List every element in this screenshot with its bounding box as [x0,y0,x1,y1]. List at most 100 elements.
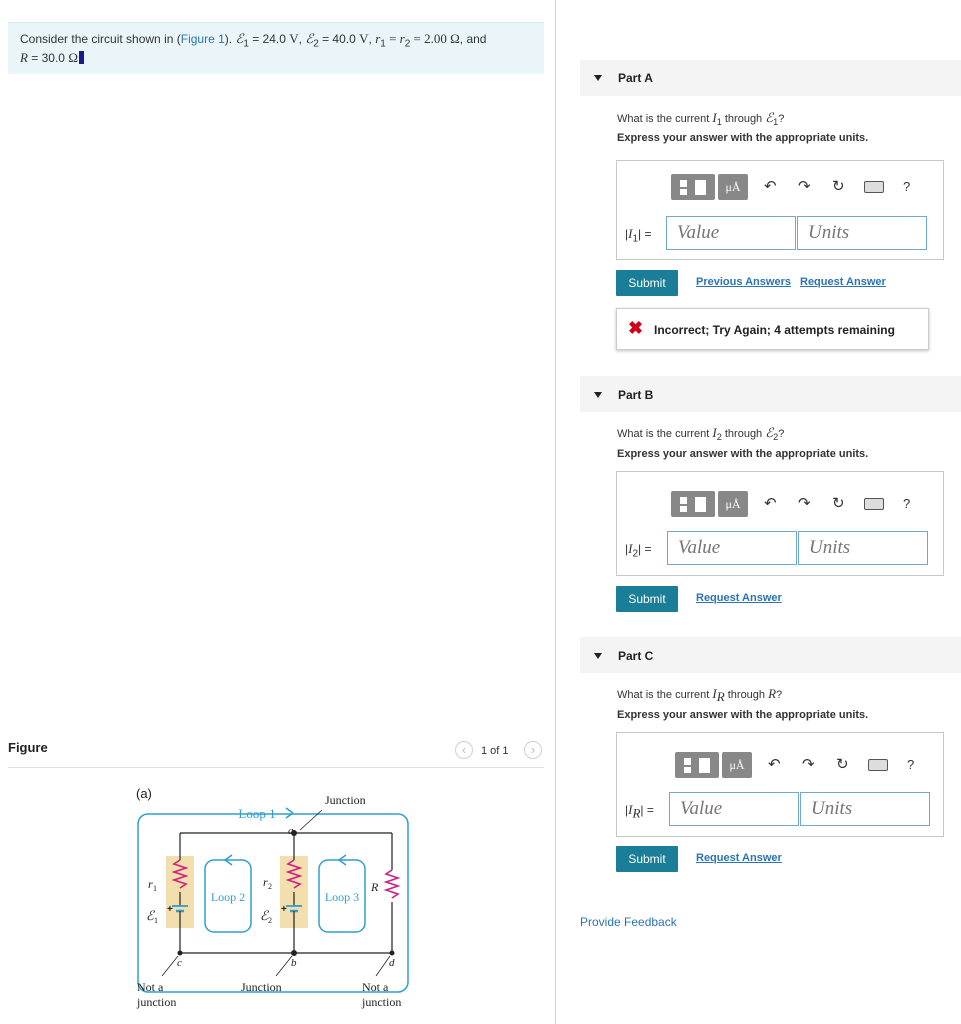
part-a-units-input[interactable] [797,216,927,250]
undo-icon[interactable]: ↶ [764,495,777,513]
question-source: R [768,686,777,701]
reset-icon[interactable]: ↻ [832,495,845,513]
resistor-R-icon [383,869,401,899]
question-var-sub: R [716,689,725,705]
node-c-dot [177,950,183,956]
part-a-title: Part A [618,71,653,85]
keyboard-icon[interactable] [868,759,888,771]
part-b-title: Part B [618,388,654,402]
reset-icon[interactable]: ↻ [836,756,849,774]
template-icon[interactable] [671,491,715,517]
template-icon[interactable] [675,752,719,778]
r2-label-sub: 2 [268,882,272,891]
part-a-var-label: |I1| = [625,226,652,244]
part-c-var-label: |IR| = [625,802,654,821]
R-symbol: R [20,50,28,66]
text-cursor [79,51,84,65]
var-text: | = [640,803,654,817]
help-icon[interactable]: ? [903,179,910,194]
not-junction-right: junction [361,995,401,1009]
R-label: R [370,880,379,894]
template-icon[interactable] [671,174,715,200]
part-a-value-input[interactable] [666,216,796,250]
incorrect-x-icon: ✖ [628,318,644,338]
question-text: ? [778,113,785,125]
pointer-line [275,955,293,977]
prev-figure-button[interactable]: ‹ [455,741,473,759]
plus-sign: + [281,904,287,915]
part-c-value-input[interactable] [669,792,799,826]
figure-label: Figure [8,740,48,755]
node-b-label: b [291,957,297,969]
part-c-submit-button[interactable]: Submit [616,846,678,872]
equals: = [385,31,400,46]
node-c-label: c [177,957,182,969]
part-b-value-input[interactable] [667,531,797,565]
part-a-submit-button[interactable]: Submit [616,270,678,296]
question-text: through [724,689,769,701]
question-text: What is the current [617,689,713,701]
collapse-triangle-icon[interactable] [594,75,602,81]
question-text: through [721,428,766,440]
question-text: What is the current [617,428,713,440]
panel-label: (a) [136,786,152,801]
redo-icon[interactable]: ↷ [798,495,811,513]
part-b-units-input[interactable] [798,531,928,565]
problem-text: , and [459,32,487,46]
reset-icon[interactable]: ↻ [832,178,845,196]
r1-label-sub: 1 [153,884,157,893]
part-c-request-answer-link[interactable]: Request Answer [696,852,782,864]
redo-icon[interactable]: ↷ [798,178,811,196]
node-d-dot [389,950,395,956]
provide-feedback-link[interactable]: Provide Feedback [580,915,677,929]
part-b-submit-button[interactable]: Submit [616,586,678,612]
part-b-instruction: Express your answer with the appropriate… [617,448,869,460]
emf2-value: = 40.0 [318,32,360,46]
redo-icon[interactable]: ↷ [802,756,815,774]
units-picker-button[interactable]: μÅ [722,752,752,778]
undo-icon[interactable]: ↶ [764,178,777,196]
r-value: = 2.00 Ω [410,31,460,46]
not-junction-right: Not a [362,980,389,994]
part-b-request-answer-link[interactable]: Request Answer [696,592,782,604]
problem-statement: Consider the circuit shown in (Figure 1)… [20,31,540,66]
figure-pager: 1 of 1 [481,745,509,757]
part-c-units-input[interactable] [800,792,930,826]
keyboard-icon[interactable] [864,498,884,510]
figure-link[interactable]: Figure 1 [181,32,225,46]
part-c-title: Part C [618,649,654,663]
part-a-previous-answers-link[interactable]: Previous Answers [696,276,791,288]
part-c-instruction: Express your answer with the appropriate… [617,709,869,721]
emf2-symbol: ℰ [305,31,314,46]
e2-label-sub: 2 [268,916,272,925]
loop2-label: Loop 2 [211,890,245,904]
problem-text: ). [224,32,236,46]
R-unit: Ω [68,50,78,66]
emf1-unit: V [289,31,299,46]
keyboard-icon[interactable] [864,181,884,193]
part-a-request-answer-link[interactable]: Request Answer [800,276,886,288]
junction-bottom-label: Junction [241,980,282,994]
help-icon[interactable]: ? [903,496,910,511]
var-text: | = [638,542,652,556]
loop1-label: Loop 1 [238,806,275,821]
part-b-question: What is the current I2 through ℰ2? [617,425,784,442]
next-figure-button[interactable]: › [524,741,542,759]
problem-text: Consider the circuit shown in ( [20,32,181,46]
node-d-label: d [389,957,395,969]
undo-icon[interactable]: ↶ [768,756,781,774]
help-icon[interactable]: ? [907,757,914,772]
not-junction-left: Not a [137,980,164,994]
question-text: ? [778,428,785,440]
not-junction-left: junction [136,995,176,1009]
question-text: What is the current [617,113,713,125]
part-b-var-label: |I2| = [625,541,652,559]
units-picker-button[interactable]: μÅ [718,491,748,517]
units-picker-button[interactable]: μÅ [718,174,748,200]
question-source: ℰ [765,110,774,125]
question-text: through [721,113,766,125]
collapse-triangle-icon[interactable] [594,392,602,398]
collapse-triangle-icon[interactable] [594,653,602,659]
junction-top-label: Junction [325,793,366,807]
part-a-feedback-text: Incorrect; Try Again; 4 attempts remaini… [654,323,895,337]
